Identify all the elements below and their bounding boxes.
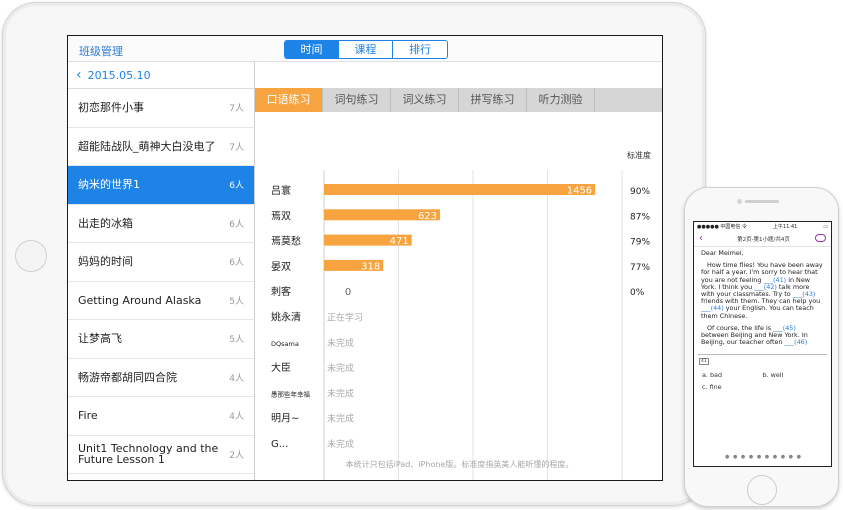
score-chart: 标准度吕寰 1456 90% 焉双 623 87% 焉莫愁 471 79% 晏双 318 77% 刺客 0… <box>271 150 651 480</box>
carrier-label: ●●●●● 中国电信 令 <box>697 224 747 230</box>
accuracy-value: 0% <box>630 288 645 298</box>
page-title: 第2页-第1小题/共4页 <box>737 237 790 243</box>
category-label: 吕寰 <box>271 184 291 197</box>
phone-nav-bar: ‹ 第2页-第1小题/共4页 <box>694 231 831 247</box>
category-label: 晏双 <box>271 261 291 273</box>
list-item[interactable]: Getting Around Alaska 5人 <box>68 282 254 320</box>
lesson-name: Fire <box>78 409 98 423</box>
accuracy-header: 标准度 <box>627 150 651 160</box>
category-label: G... <box>271 439 288 450</box>
phone-status-bar: ●●●●● 中国电信 令 上午11:41 ▭ <box>694 222 831 231</box>
list-item[interactable]: 纳米的世界1 6人 <box>68 166 254 205</box>
lesson-name: Getting Around Alaska <box>78 293 202 307</box>
lesson-name: 妈妈的时间 <box>78 255 133 269</box>
iphone-device: ●●●●● 中国电信 令 上午11:41 ▭ ‹ 第2页-第1小题/共4页 De… <box>684 187 839 507</box>
bar-value-label: 623 <box>418 211 437 222</box>
student-count: 5人 <box>229 296 244 307</box>
student-count: 7人 <box>229 142 244 153</box>
student-count: 6人 <box>229 258 244 269</box>
category-label: 姚永清 <box>271 311 301 324</box>
chat-bubble-icon[interactable] <box>815 234 826 242</box>
iphone-home-button[interactable] <box>747 475 777 505</box>
chevron-left-icon[interactable]: ‹ <box>76 67 82 83</box>
passage-paragraph-2: Of course, the life is ___(45) between B… <box>701 324 824 347</box>
passage-paragraph-1: How time flies! You have been away for h… <box>701 262 824 320</box>
student-count: 4人 <box>229 412 244 423</box>
category-label: 焉莫愁 <box>271 235 301 248</box>
view-segmented-control: 时间 课程 排行 <box>284 40 448 59</box>
accuracy-value: 77% <box>630 263 650 273</box>
option-b[interactable]: b. well <box>763 369 824 381</box>
date-label: 2015.05.10 <box>87 68 151 82</box>
top-bar: 班级管理 时间 课程 排行 <box>68 36 662 62</box>
status-label: 正在学习 <box>327 312 363 324</box>
status-label: 未完成 <box>327 413 354 425</box>
status-label: 未完成 <box>327 387 354 399</box>
bar <box>324 184 596 195</box>
option-c[interactable]: c. fine <box>702 381 764 393</box>
status-label: 未完成 <box>327 362 354 374</box>
bar-value-label: 318 <box>361 261 380 272</box>
class-management-title[interactable]: 班级管理 <box>79 43 123 59</box>
blank-field[interactable]: ___(46) <box>785 338 808 346</box>
lesson-list: ‹ 2015.05.10 初恋那件小事 7人 超能陆战队_萌神大白没电了 7人 纳米的世… <box>68 62 255 480</box>
student-count: 2人 <box>229 450 244 461</box>
ipad-screen: 班级管理 时间 课程 排行 ‹ 2015.05.10 初恋那件小事 7人 超能陆战队… <box>67 35 663 481</box>
list-item[interactable]: 初恋那件小事 7人 <box>68 89 254 128</box>
accuracy-value: 90% <box>630 187 650 197</box>
clock-label: 上午11:41 <box>772 224 798 230</box>
bar-value-label: 1456 <box>567 186 592 197</box>
iphone-screen: ●●●●● 中国电信 令 上午11:41 ▭ ‹ 第2页-第1小题/共4页 De… <box>693 221 832 467</box>
status-label: 未完成 <box>327 337 354 349</box>
page-indicator[interactable]: ● ● ● ● ● ● ● ● ● ● <box>694 454 831 460</box>
ipad-device: 班级管理 时间 课程 排行 ‹ 2015.05.10 初恋那件小事 7人 超能陆战队… <box>2 2 706 506</box>
lesson-name: Unit1 Technology and the Future Lesson 1 <box>78 442 219 467</box>
segment-course[interactable]: 课程 <box>339 41 393 58</box>
accuracy-value: 79% <box>630 238 650 248</box>
student-count: 7人 <box>229 104 244 115</box>
category-label: 刺客 <box>271 285 291 298</box>
accuracy-value: 87% <box>630 212 650 222</box>
footer-hint: 本统计只包括iPad、iPhone版。标准度指英美人能听懂的程度。 <box>345 460 574 469</box>
student-count: 4人 <box>229 373 244 384</box>
question-header: 41 <box>694 355 831 367</box>
status-label: 未完成 <box>327 438 354 450</box>
bar-value-label: 471 <box>390 236 409 247</box>
category-label: 焉双 <box>271 210 291 222</box>
list-item[interactable]: Unit1 Technology and the Future Lesson 1… <box>68 436 254 474</box>
lesson-name: 纳米的世界1 <box>78 178 140 192</box>
answer-options: a. bad b. well c. fine <box>694 367 831 395</box>
category-label: 大臣 <box>271 361 291 374</box>
list-item[interactable]: Fire 4人 <box>68 397 254 436</box>
lesson-name: 畅游帝都胡同四合院 <box>78 370 177 384</box>
list-item[interactable]: 出走的冰箱 6人 <box>68 205 254 243</box>
lesson-name: 初恋那件小事 <box>78 101 144 115</box>
ipad-home-button[interactable] <box>15 240 47 272</box>
category-label: 明月~ <box>271 413 299 425</box>
category-label: 愚那些年幸福 <box>271 389 311 398</box>
student-count: 5人 <box>229 335 244 346</box>
list-item[interactable]: 让梦高飞 5人 <box>68 320 254 359</box>
lesson-name: 超能陆战队_萌神大白没电了 <box>78 139 216 153</box>
iphone-camera <box>737 199 742 204</box>
lesson-name: 出走的冰箱 <box>78 216 133 230</box>
lesson-name: 让梦高飞 <box>78 332 122 346</box>
letter-greeting: Dear Meimei, <box>701 249 744 257</box>
stats-panel: 口语练习 词句练习 词义练习 拼写练习 听力测验 标准度 吕寰 1456 90% 焉双 623 87… <box>255 62 662 480</box>
date-header[interactable]: ‹ 2015.05.10 <box>68 62 254 89</box>
list-item[interactable]: 畅游帝都胡同四合院 4人 <box>68 359 254 397</box>
battery-icon: ▭ <box>823 223 828 230</box>
question-number: 41 <box>699 358 709 366</box>
cloze-passage: Dear Meimei, How time flies! You have be… <box>694 247 831 354</box>
list-item[interactable]: 超能陆战队_萌神大白没电了 7人 <box>68 128 254 166</box>
student-count: 6人 <box>229 219 244 230</box>
student-count: 6人 <box>229 181 244 192</box>
list-item[interactable]: 妈妈的时间 6人 <box>68 243 254 282</box>
category-label: DQsama <box>271 340 299 348</box>
segment-ranking[interactable]: 排行 <box>393 41 447 58</box>
segment-time[interactable]: 时间 <box>285 41 339 58</box>
iphone-speaker <box>745 200 779 203</box>
option-a[interactable]: a. bad <box>702 369 763 381</box>
bar-value-label: 0 <box>345 287 351 298</box>
